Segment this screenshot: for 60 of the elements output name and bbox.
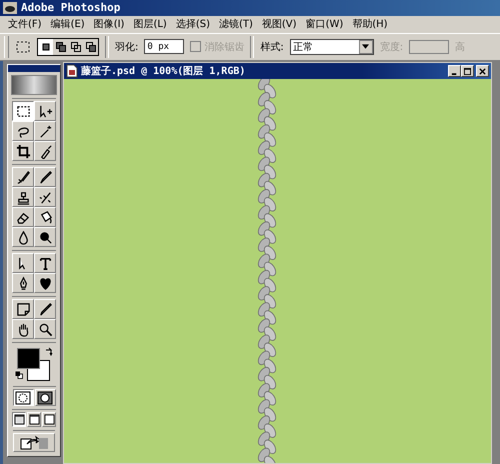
move-icon: [38, 104, 52, 118]
magic-wand-icon: [38, 124, 52, 138]
standard-mode-icon: [15, 390, 31, 404]
caret-icon: [362, 44, 370, 50]
crop-icon: [16, 144, 30, 158]
magnifier-icon: [38, 322, 52, 336]
selection-mode-button[interactable]: [38, 38, 53, 55]
close-button[interactable]: [476, 65, 489, 77]
menu-item[interactable]: 视图(V): [262, 17, 297, 32]
logo-image[interactable]: [11, 75, 57, 95]
tool-button[interactable]: [12, 101, 34, 121]
jump-to-icon: [19, 434, 49, 450]
close-icon: [479, 68, 486, 74]
menu-item[interactable]: 滤镜(T): [218, 17, 253, 32]
intersect-selection-icon: [84, 40, 96, 53]
menu-item[interactable]: 文件(F): [8, 17, 42, 32]
screen-mode-icon: [28, 414, 40, 425]
antialias-label: 消除锯齿: [204, 40, 244, 54]
app-icon: [3, 2, 17, 14]
quick-mask-icon: [37, 390, 53, 404]
note-icon: [16, 302, 30, 316]
feather-label: 羽化:: [115, 40, 138, 54]
menu-item[interactable]: 编辑(E): [50, 17, 85, 32]
add-selection-icon: [54, 40, 66, 53]
stamp-icon: [16, 190, 30, 204]
marquee-icon[interactable]: [15, 38, 31, 55]
new-selection-icon: [40, 40, 52, 53]
pencil-icon: [38, 170, 52, 184]
default-colors-icon[interactable]: [15, 371, 23, 379]
menu-item[interactable]: 图层(L): [133, 17, 167, 32]
minimize-button[interactable]: [448, 65, 461, 77]
width-field[interactable]: [409, 40, 450, 54]
menu-item[interactable]: 图像(I): [94, 17, 124, 32]
menu-item[interactable]: 选择(S): [176, 17, 210, 32]
zoom-tool-button[interactable]: [34, 319, 56, 339]
document-title: 藤篮子.psd @ 100%(图层 1,RGB): [81, 64, 246, 78]
feather-field[interactable]: 0 px: [144, 39, 184, 54]
menu-item[interactable]: 帮助(H): [352, 17, 388, 32]
height-label: 高: [455, 40, 466, 54]
width-label: 宽度:: [380, 40, 404, 54]
style-dropdown[interactable]: 正常: [290, 38, 374, 55]
subtract-selection-icon: [70, 40, 82, 53]
menu-item[interactable]: 窗口(W): [306, 17, 344, 32]
type-icon: [38, 256, 52, 270]
swap-arrow-icon[interactable]: [44, 347, 54, 357]
maximize-button[interactable]: [461, 65, 474, 77]
brush-icon: [16, 170, 30, 184]
style-label: 样式:: [260, 40, 284, 54]
mask-mode-button[interactable]: [12, 389, 34, 406]
marquee-icon: [16, 104, 30, 118]
maximize-icon: [464, 68, 471, 74]
document-icon: [66, 64, 78, 78]
shape-icon: [38, 276, 52, 290]
screen-mode-icon: [44, 414, 54, 425]
color-swatches[interactable]: [17, 348, 50, 381]
screen-mode-button[interactable]: [12, 412, 26, 427]
hand-tool-button[interactable]: [12, 319, 34, 339]
window-title: Adobe Photoshop: [21, 1, 120, 14]
screen-mode-icon: [14, 414, 24, 425]
jump-to-button[interactable]: [13, 433, 55, 452]
